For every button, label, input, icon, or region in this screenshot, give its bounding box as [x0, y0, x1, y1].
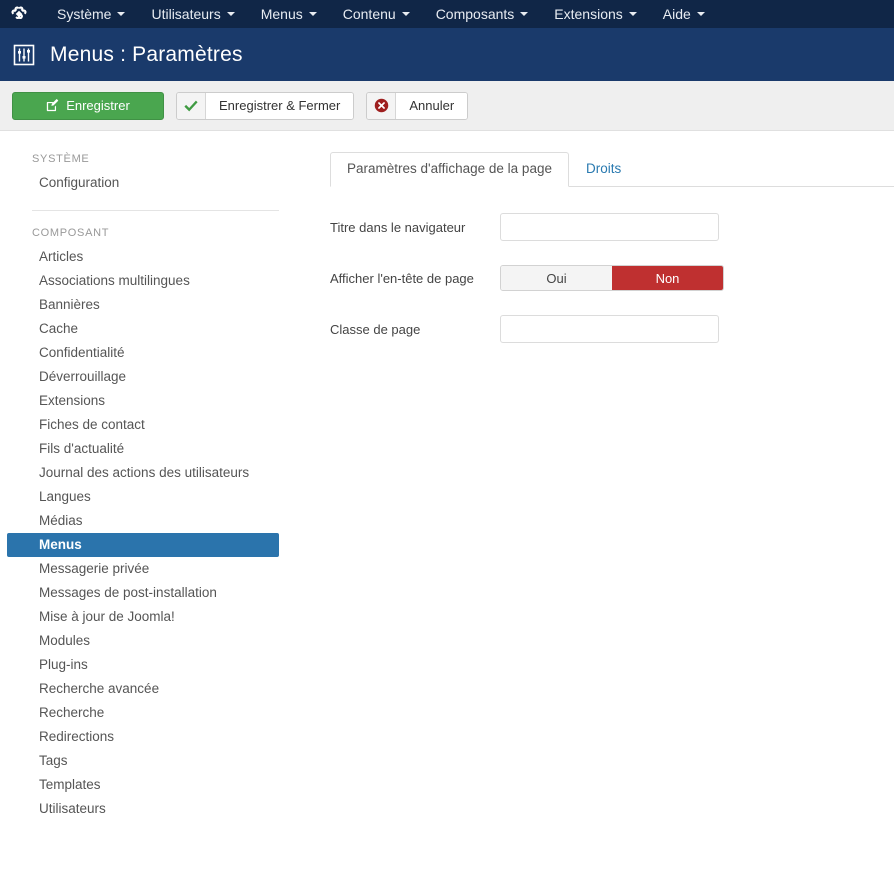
tab-parametres-affichage[interactable]: Paramètres d'affichage de la page [330, 152, 569, 187]
sidebar-item-redirections[interactable]: Redirections [7, 725, 279, 749]
sidebar-item-plug-ins[interactable]: Plug-ins [7, 653, 279, 677]
menus-sliders-icon [12, 43, 36, 67]
top-menu-items: Système Utilisateurs Menus Contenu Compo… [44, 0, 718, 28]
show-page-heading-option-oui[interactable]: Oui [501, 266, 612, 290]
main-area: SYSTÈME Configuration COMPOSANT Articles… [0, 131, 894, 869]
menu-item-utilisateurs-label: Utilisateurs [151, 6, 221, 22]
show-page-heading-toggle[interactable]: Oui Non [500, 265, 724, 291]
menu-item-aide-label: Aide [662, 6, 691, 22]
sidebar-item-associations-multilingues[interactable]: Associations multilingues [7, 269, 279, 293]
form-row-page-class: Classe de page [320, 315, 894, 343]
menu-item-contenu-label: Contenu [342, 6, 396, 22]
settings-form: Titre dans le navigateur Afficher l'en-t… [310, 187, 894, 343]
form-row-show-page-heading: Afficher l'en-tête de page Oui Non [320, 265, 894, 291]
chevron-down-icon [401, 12, 410, 16]
sidebar-item-fiches-de-contact[interactable]: Fiches de contact [7, 413, 279, 437]
sidebar-section-component: COMPOSANT Articles Associations multilin… [0, 227, 310, 823]
cancel-button-label: Annuler [396, 92, 468, 119]
menu-item-menus-label: Menus [260, 6, 303, 22]
sidebar-item-fils-dactualite[interactable]: Fils d'actualité [7, 437, 279, 461]
sidebar-section-component-label: COMPOSANT [32, 227, 110, 239]
sidebar-item-bannieres[interactable]: Bannières [7, 293, 279, 317]
sidebar-item-journal-des-actions[interactable]: Journal des actions des utilisateurs [7, 461, 279, 485]
chevron-down-icon [117, 12, 126, 16]
sidebar-item-modules[interactable]: Modules [7, 629, 279, 653]
check-icon [177, 92, 206, 119]
tab-bar: Paramètres d'affichage de la page Droits [330, 152, 894, 187]
save-button-label: Enregistrer [66, 98, 130, 113]
toolbar: Enregistrer Enregistrer & Fermer Annuler [0, 81, 894, 131]
sidebar-item-tags[interactable]: Tags [7, 749, 279, 773]
edit-square-icon [46, 99, 59, 112]
sidebar-item-configuration[interactable]: Configuration [7, 171, 279, 195]
menu-item-extensions-label: Extensions [554, 6, 623, 22]
save-and-close-button[interactable]: Enregistrer & Fermer [176, 91, 355, 120]
form-row-browser-title: Titre dans le navigateur [320, 213, 894, 241]
browser-title-label: Titre dans le navigateur [330, 219, 466, 235]
menu-item-systeme[interactable]: Système [44, 0, 138, 28]
sidebar-item-deverrouillage[interactable]: Déverrouillage [7, 365, 279, 389]
top-menu-bar: Système Utilisateurs Menus Contenu Compo… [0, 0, 894, 28]
browser-title-input[interactable] [500, 213, 719, 241]
menu-item-systeme-label: Système [57, 6, 112, 22]
page-title: Menus : Paramètres [50, 42, 243, 66]
chevron-down-icon [520, 12, 529, 16]
sidebar-item-recherche[interactable]: Recherche [7, 701, 279, 725]
menu-item-contenu[interactable]: Contenu [330, 0, 423, 28]
chevron-down-icon [308, 12, 317, 16]
show-page-heading-option-non[interactable]: Non [612, 266, 723, 290]
sidebar-item-cache[interactable]: Cache [7, 317, 279, 341]
save-button[interactable]: Enregistrer [12, 91, 164, 120]
sidebar: SYSTÈME Configuration COMPOSANT Articles… [0, 131, 310, 869]
show-page-heading-label: Afficher l'en-tête de page [330, 270, 474, 286]
page-header: Menus : Paramètres [0, 28, 894, 81]
menu-item-menus[interactable]: Menus [248, 0, 330, 28]
chevron-down-icon [226, 12, 235, 16]
sidebar-item-medias[interactable]: Médias [7, 509, 279, 533]
sidebar-item-recherche-avancee[interactable]: Recherche avancée [7, 677, 279, 701]
page-class-label: Classe de page [330, 321, 421, 337]
chevron-down-icon [628, 12, 637, 16]
page-class-input[interactable] [500, 315, 719, 343]
menu-item-composants-label: Composants [435, 6, 515, 22]
joomla-logo-icon[interactable] [8, 3, 30, 25]
sidebar-item-utilisateurs[interactable]: Utilisateurs [7, 797, 279, 821]
sidebar-item-templates[interactable]: Templates [7, 773, 279, 797]
sidebar-section-system-label: SYSTÈME [32, 153, 90, 165]
menu-item-utilisateurs[interactable]: Utilisateurs [138, 0, 247, 28]
sidebar-item-menus[interactable]: Menus [7, 533, 279, 557]
menu-item-composants[interactable]: Composants [423, 0, 542, 28]
sidebar-section-system: SYSTÈME Configuration [0, 153, 310, 197]
sidebar-item-articles[interactable]: Articles [7, 245, 279, 269]
chevron-down-icon [696, 12, 705, 16]
menu-item-extensions[interactable]: Extensions [541, 0, 649, 28]
sidebar-item-mise-a-jour-joomla[interactable]: Mise à jour de Joomla! [7, 605, 279, 629]
sidebar-item-langues[interactable]: Langues [7, 485, 279, 509]
sidebar-item-messages-post-installation[interactable]: Messages de post-installation [7, 581, 279, 605]
menu-item-aide[interactable]: Aide [650, 0, 718, 28]
content-panel: Paramètres d'affichage de la page Droits… [310, 131, 894, 869]
tab-droits[interactable]: Droits [569, 152, 638, 187]
save-and-close-button-label: Enregistrer & Fermer [206, 92, 354, 119]
cancel-circle-icon [367, 92, 397, 119]
cancel-button[interactable]: Annuler [366, 91, 469, 120]
sidebar-item-messagerie-privee[interactable]: Messagerie privée [7, 557, 279, 581]
sidebar-item-extensions[interactable]: Extensions [7, 389, 279, 413]
sidebar-item-confidentialite[interactable]: Confidentialité [7, 341, 279, 365]
sidebar-divider [32, 210, 279, 211]
